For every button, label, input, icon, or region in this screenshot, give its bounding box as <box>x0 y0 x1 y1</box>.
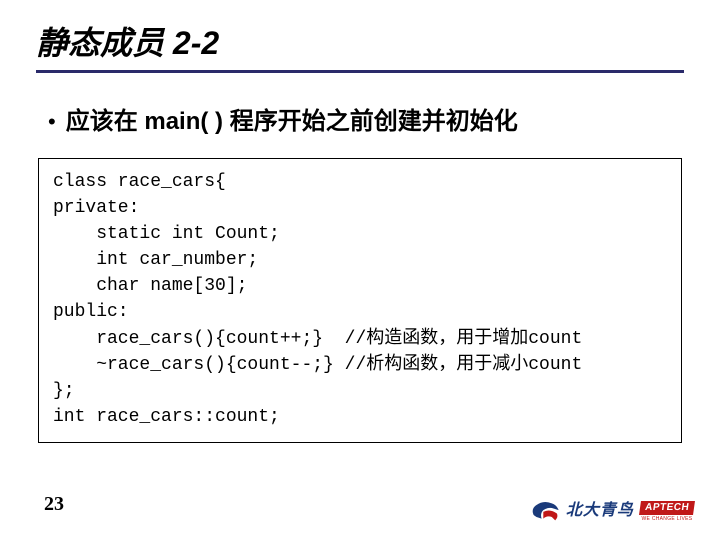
code-line: }; <box>53 378 667 404</box>
code-line: public: <box>53 299 667 325</box>
code-block: class race_cars{ private: static int Cou… <box>38 158 682 443</box>
code-line: ~race_cars(){count--;} //析构函数，用于减小count <box>53 352 667 378</box>
bullet-dot: • <box>48 111 56 133</box>
code-line: race_cars(){count++;} //构造函数，用于增加count <box>53 326 667 352</box>
slide-title: 静态成员 2-2 <box>36 18 684 64</box>
code-line: class race_cars{ <box>53 169 667 195</box>
aptech-label: APTECH <box>639 501 695 515</box>
code-line: char name[30]; <box>53 273 667 299</box>
code-line: int car_number; <box>53 247 667 273</box>
bullet-text: 应该在 main( ) 程序开始之前创建并初始化 <box>66 101 518 136</box>
page-number: 23 <box>44 493 64 516</box>
bird-icon <box>528 496 562 526</box>
aptech-tagline: WE CHANGE LIVES <box>641 516 692 522</box>
logo-aptech: APTECH WE CHANGE LIVES <box>640 501 694 522</box>
logo-text-cn: 北大青鸟 <box>566 503 634 519</box>
code-line: private: <box>53 195 667 221</box>
logo: 北大青鸟 APTECH WE CHANGE LIVES <box>528 496 694 526</box>
code-line: static int Count; <box>53 221 667 247</box>
logo-cn-label: 北大青鸟 <box>566 503 634 519</box>
title-underline <box>36 70 684 73</box>
bullet-item: • 应该在 main( ) 程序开始之前创建并初始化 <box>48 101 684 136</box>
code-line: int race_cars::count; <box>53 404 667 430</box>
